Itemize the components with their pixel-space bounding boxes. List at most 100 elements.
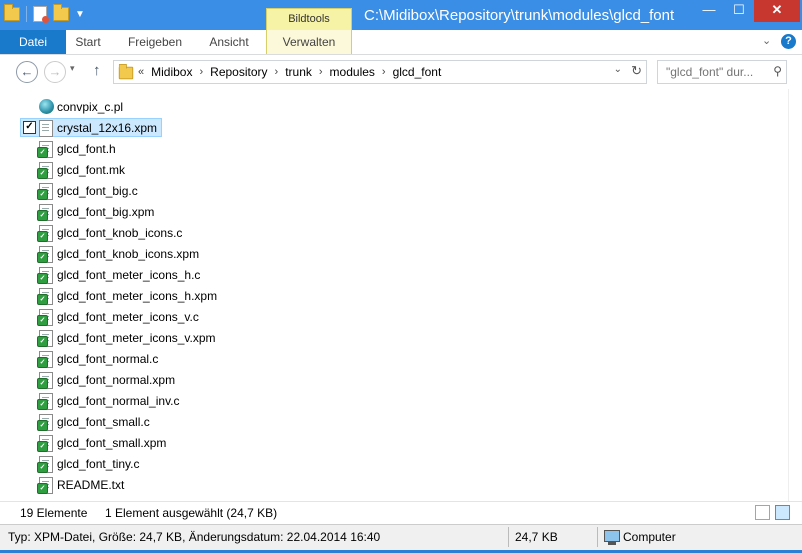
item-checkbox[interactable] bbox=[21, 203, 38, 220]
breadcrumb-overflow[interactable]: « bbox=[138, 61, 151, 83]
file-list-item[interactable]: ✓ glcd_font_tiny.c bbox=[20, 453, 222, 474]
breadcrumb-separator[interactable]: › bbox=[312, 61, 330, 83]
file-item-box[interactable]: convpix_c.pl bbox=[20, 97, 128, 116]
customize-toolbar-icon[interactable]: ▼ bbox=[75, 9, 85, 20]
svn-file-icon: ✓ bbox=[37, 350, 53, 368]
file-item-box[interactable]: ✓ glcd_font_big.xpm bbox=[20, 202, 159, 221]
search-box[interactable]: ⚲ bbox=[657, 60, 787, 84]
new-folder-icon[interactable] bbox=[53, 4, 69, 21]
maximize-button[interactable]: ☐ bbox=[724, 0, 754, 22]
breadcrumb-midibox[interactable]: Midibox bbox=[151, 61, 192, 83]
breadcrumb-separator[interactable]: › bbox=[375, 61, 393, 83]
minimize-button[interactable]: — bbox=[694, 0, 724, 22]
file-item-box[interactable]: ✓ glcd_font_normal_inv.c bbox=[20, 391, 185, 410]
item-checkbox[interactable]: ✓ bbox=[21, 119, 38, 136]
file-list-item[interactable]: ✓ crystal_12x16.xpm bbox=[20, 117, 222, 138]
file-item-box[interactable]: ✓ glcd_font_meter_icons_h.xpm bbox=[20, 286, 222, 305]
item-checkbox[interactable] bbox=[21, 371, 38, 388]
vertical-scrollbar[interactable] bbox=[788, 89, 802, 501]
file-item-box[interactable]: ✓ glcd_font_knob_icons.xpm bbox=[20, 244, 204, 263]
file-list-item[interactable]: ✓ glcd_font_meter_icons_v.xpm bbox=[20, 327, 222, 348]
file-list-item[interactable]: ✓ glcd_font_normal.c bbox=[20, 348, 222, 369]
file-list-item[interactable]: ✓ glcd_font_small.xpm bbox=[20, 432, 222, 453]
breadcrumb-trunk[interactable]: trunk bbox=[285, 61, 312, 83]
file-item-box[interactable]: ✓ glcd_font_meter_icons_v.c bbox=[20, 307, 204, 326]
close-button[interactable]: ✕ bbox=[754, 0, 800, 22]
recent-locations-icon[interactable]: ▾ bbox=[70, 63, 75, 74]
file-item-box[interactable]: ✓ README.txt bbox=[20, 475, 129, 494]
file-list-item[interactable]: ✓ glcd_font_big.xpm bbox=[20, 201, 222, 222]
file-list-item[interactable]: ✓ glcd_font_normal_inv.c bbox=[20, 390, 222, 411]
file-item-box[interactable]: ✓ glcd_font_small.c bbox=[20, 412, 155, 431]
address-bar[interactable]: « Midibox › Repository › trunk › modules… bbox=[113, 60, 647, 84]
file-item-box[interactable]: ✓ crystal_12x16.xpm bbox=[20, 118, 163, 137]
item-checkbox[interactable] bbox=[21, 98, 38, 115]
file-list-item[interactable]: ✓ glcd_font_meter_icons_h.c bbox=[20, 264, 222, 285]
file-list-item[interactable]: ✓ glcd_font.h bbox=[20, 138, 222, 159]
file-list-item[interactable]: ✓ glcd_font_meter_icons_v.c bbox=[20, 306, 222, 327]
item-checkbox[interactable] bbox=[21, 476, 38, 493]
file-item-box[interactable]: ✓ glcd_font.mk bbox=[20, 160, 130, 179]
item-checkbox[interactable] bbox=[21, 266, 38, 283]
item-checkbox[interactable] bbox=[21, 350, 38, 367]
breadcrumb-separator[interactable]: › bbox=[268, 61, 286, 83]
file-item-box[interactable]: ✓ glcd_font.h bbox=[20, 139, 121, 158]
item-checkbox[interactable] bbox=[21, 455, 38, 472]
back-button[interactable]: ← bbox=[16, 61, 38, 83]
item-checkbox[interactable] bbox=[21, 392, 38, 409]
tab-share[interactable]: Freigeben bbox=[118, 30, 192, 54]
breadcrumb-separator[interactable]: › bbox=[192, 61, 210, 83]
properties-icon[interactable] bbox=[33, 6, 49, 23]
forward-button[interactable]: → bbox=[44, 61, 66, 83]
file-list-item[interactable]: ✓ glcd_font_big.c bbox=[20, 180, 222, 201]
quick-access-toolbar: ▼ bbox=[4, 4, 85, 23]
item-checkbox[interactable] bbox=[21, 161, 38, 178]
item-checkbox[interactable] bbox=[21, 182, 38, 199]
file-item-box[interactable]: ✓ glcd_font_normal.xpm bbox=[20, 370, 180, 389]
tab-manage[interactable]: Verwalten bbox=[266, 30, 352, 54]
item-checkbox[interactable] bbox=[21, 329, 38, 346]
search-input[interactable] bbox=[664, 61, 768, 83]
breadcrumb-modules[interactable]: modules bbox=[330, 61, 375, 83]
file-list-item[interactable]: ✓ glcd_font_knob_icons.xpm bbox=[20, 243, 222, 264]
item-checkbox[interactable] bbox=[21, 413, 38, 430]
scrollbar-thumb[interactable] bbox=[792, 91, 800, 499]
svn-file-icon: ✓ bbox=[37, 392, 53, 410]
file-item-box[interactable]: ✓ glcd_font_meter_icons_v.xpm bbox=[20, 328, 221, 347]
large-icons-view-button[interactable] bbox=[775, 505, 790, 520]
address-dropdown-icon[interactable]: ⌄ bbox=[614, 64, 622, 75]
tab-file[interactable]: Datei bbox=[0, 30, 66, 54]
file-item-box[interactable]: ✓ glcd_font_small.xpm bbox=[20, 433, 171, 452]
search-icon[interactable]: ⚲ bbox=[773, 64, 782, 78]
details-view-button[interactable] bbox=[755, 505, 770, 520]
item-checkbox[interactable] bbox=[21, 245, 38, 262]
breadcrumb-glcd-font[interactable]: glcd_font bbox=[393, 61, 442, 83]
file-list-item[interactable]: ✓ README.txt bbox=[20, 474, 222, 495]
item-checkbox[interactable] bbox=[21, 224, 38, 241]
item-checkbox[interactable] bbox=[21, 287, 38, 304]
file-item-box[interactable]: ✓ glcd_font_normal.c bbox=[20, 349, 163, 368]
tab-view[interactable]: Ansicht bbox=[200, 30, 258, 54]
item-checkbox[interactable] bbox=[21, 308, 38, 325]
file-list-item[interactable]: ✓ glcd_font.mk bbox=[20, 159, 222, 180]
up-button[interactable]: ↑ bbox=[93, 62, 101, 79]
tab-home[interactable]: Start bbox=[66, 30, 110, 54]
file-list-item[interactable]: ✓ glcd_font_normal.xpm bbox=[20, 369, 222, 390]
file-list-item[interactable]: convpix_c.pl bbox=[20, 96, 222, 117]
breadcrumb-repository[interactable]: Repository bbox=[210, 61, 267, 83]
item-checkbox[interactable] bbox=[21, 434, 38, 451]
file-item-box[interactable]: ✓ glcd_font_knob_icons.c bbox=[20, 223, 187, 242]
file-item-box[interactable]: ✓ glcd_font_meter_icons_h.c bbox=[20, 265, 205, 284]
help-icon[interactable]: ? bbox=[781, 34, 796, 49]
ribbon-expand-icon[interactable]: ⌄ bbox=[762, 34, 771, 47]
file-item-box[interactable]: ✓ glcd_font_big.c bbox=[20, 181, 143, 200]
file-list-item[interactable]: ✓ glcd_font_meter_icons_h.xpm bbox=[20, 285, 222, 306]
item-checkbox[interactable] bbox=[21, 140, 38, 157]
file-list-item[interactable]: ✓ glcd_font_knob_icons.c bbox=[20, 222, 222, 243]
file-name: glcd_font_big.xpm bbox=[57, 204, 155, 219]
file-list-item[interactable]: ✓ glcd_font_small.c bbox=[20, 411, 222, 432]
file-list-pane[interactable]: convpix_c.pl ✓ crystal_12x16.xpm ✓ glcd_font… bbox=[0, 89, 788, 501]
file-item-box[interactable]: ✓ glcd_font_tiny.c bbox=[20, 454, 145, 473]
refresh-icon[interactable]: ↻ bbox=[631, 63, 642, 79]
picture-tools-tab[interactable]: Bildtools bbox=[266, 8, 352, 31]
